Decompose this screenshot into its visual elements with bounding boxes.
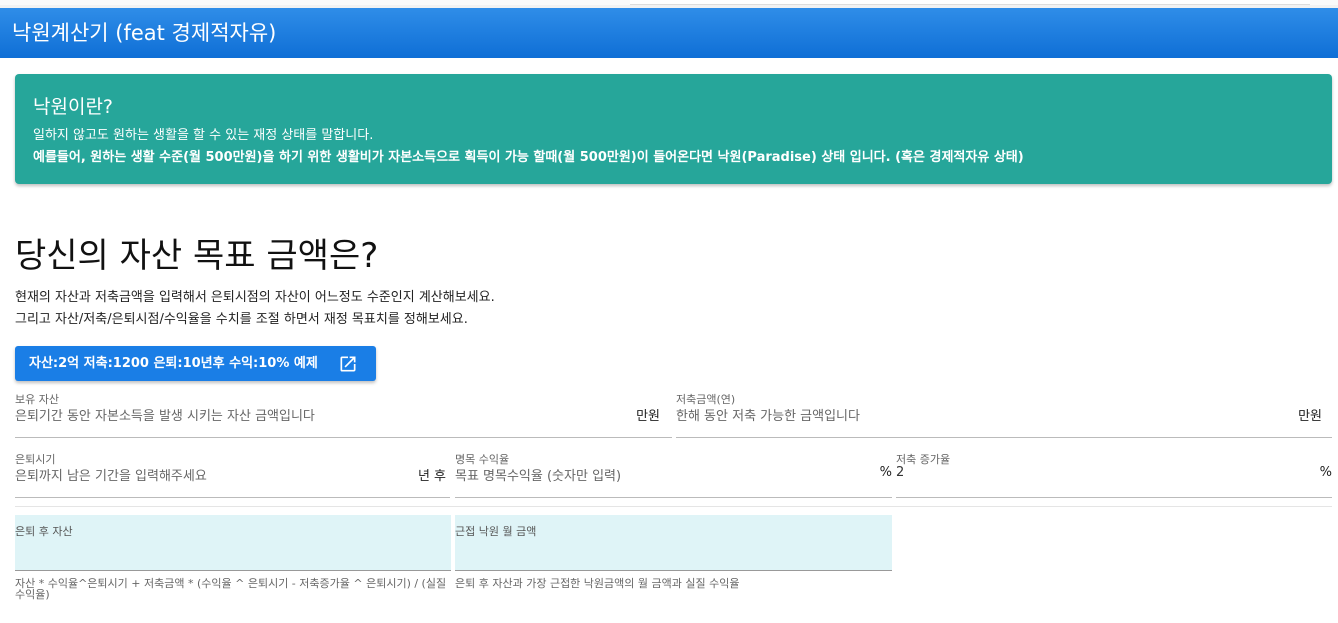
closest-paradise-label: 근접 낙원 월 금액	[455, 525, 537, 538]
description-line-2: 그리고 자산/저축/은퇴시점/수익율을 수치를 조절 하면서 재정 목표치를 정…	[15, 312, 468, 327]
banner-title: 낙원이란?	[33, 96, 114, 118]
page-heading: 당신의 자산 목표 금액은?	[15, 236, 379, 276]
example-button[interactable]: 자산:2억 저축:1200 은퇴:10년후 수익:10% 예제	[15, 346, 376, 381]
app-title: 낙원계산기 (feat 경제적자유)	[12, 21, 277, 45]
savings-growth-input[interactable]: 2	[896, 465, 904, 480]
divider	[15, 506, 1332, 507]
banner-line-2: 예를들어, 원하는 생활 수준(월 500만원)을 하기 위한 생활비가 자본소…	[33, 150, 1024, 165]
browser-top-strip	[0, 0, 1338, 8]
info-banner: 낙원이란? 일하지 않고도 원하는 생활을 할 수 있는 재정 상태를 말합니다…	[15, 74, 1332, 184]
savings-unit: 만원	[1298, 409, 1322, 424]
savings-growth-underline	[896, 497, 1332, 498]
after-retire-hint: 자산 * 수익율^은퇴시기 + 저축금액 * (수익율 ^ 은퇴시기 - 저축증…	[15, 577, 447, 601]
return-rate-input[interactable]: 목표 명목수익율 (숫자만 입력)	[455, 465, 621, 484]
return-rate-underline	[455, 497, 892, 498]
after-retire-label: 은퇴 후 자산	[15, 525, 73, 538]
closest-paradise-result: 근접 낙원 월 금액	[455, 515, 892, 571]
return-rate-field[interactable]: 명목 수익율 목표 명목수익율 (숫자만 입력) %	[455, 451, 892, 498]
banner-line-1: 일하지 않고도 원하는 생활을 할 수 있는 재정 상태를 말합니다.	[33, 128, 374, 143]
assets-input[interactable]: 은퇴기간 동안 자본소득을 발생 시키는 자산 금액입니다	[15, 405, 315, 424]
assets-unit: 만원	[636, 409, 660, 424]
assets-underline	[15, 437, 672, 438]
retire-input[interactable]: 은퇴까지 남은 기간을 입력해주세요	[15, 465, 207, 484]
savings-input[interactable]: 한해 동안 저축 가능한 금액입니다	[676, 405, 860, 424]
savings-underline	[676, 437, 1332, 438]
app-bar: 낙원계산기 (feat 경제적자유)	[0, 8, 1338, 58]
after-retire-underline	[15, 570, 451, 571]
after-retire-result: 은퇴 후 자산	[15, 515, 451, 571]
closest-paradise-hint: 은퇴 후 자산과 가장 근접한 낙원금액의 월 금액과 실질 수익율	[455, 577, 740, 590]
retire-underline	[15, 497, 450, 498]
open-in-new-icon	[340, 356, 356, 372]
savings-growth-field[interactable]: 저축 증가율 2 %	[896, 451, 1332, 498]
retire-field[interactable]: 은퇴시기 은퇴까지 남은 기간을 입력해주세요 년 후	[15, 451, 450, 498]
description-line-1: 현재의 자산과 저축금액을 입력해서 은퇴시점의 자산이 어느정도 수준인지 계…	[15, 290, 495, 305]
retire-unit: 년 후	[417, 469, 446, 484]
savings-field[interactable]: 저축금액(연) 한해 동안 저축 가능한 금액입니다 만원	[676, 391, 1332, 438]
return-rate-unit: %	[879, 465, 892, 480]
closest-paradise-underline	[455, 570, 892, 571]
savings-growth-unit: %	[1319, 465, 1332, 480]
example-button-label: 자산:2억 저축:1200 은퇴:10년후 수익:10% 예제	[29, 356, 318, 371]
page-description: 현재의 자산과 저축금액을 입력해서 은퇴시점의 자산이 어느정도 수준인지 계…	[15, 287, 495, 331]
top-strip-tab	[630, 0, 1310, 5]
assets-field[interactable]: 보유 자산 은퇴기간 동안 자본소득을 발생 시키는 자산 금액입니다 만원	[15, 391, 672, 438]
